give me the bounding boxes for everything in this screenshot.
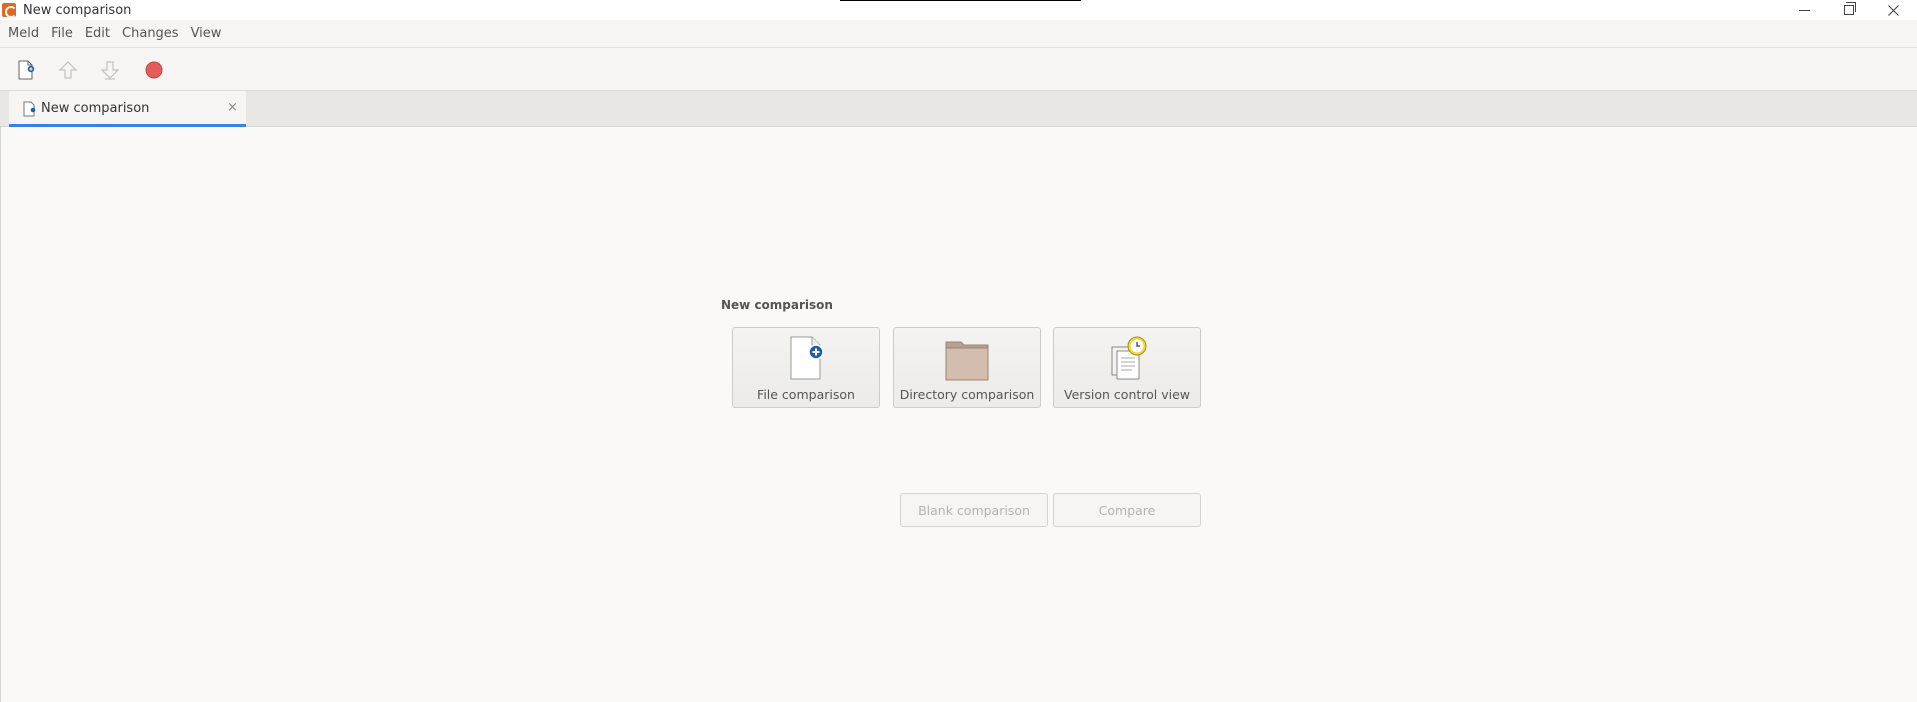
blank-comparison-button[interactable]: Blank comparison: [900, 493, 1048, 527]
tab-close-button[interactable]: ×: [227, 100, 238, 115]
next-change-button[interactable]: [97, 57, 123, 83]
menu-view[interactable]: View: [185, 26, 228, 41]
tab-new-comparison[interactable]: New comparison ×: [9, 91, 246, 127]
minimize-icon: [1798, 9, 1810, 11]
close-window-button[interactable]: [1873, 0, 1913, 20]
close-icon: [1887, 4, 1899, 16]
menu-meld[interactable]: Meld: [2, 26, 45, 41]
tab-label: New comparison: [41, 101, 150, 116]
toolbar: [0, 48, 1917, 91]
arrow-down-icon: [100, 61, 120, 80]
maximize-button[interactable]: [1829, 0, 1869, 20]
stop-button[interactable]: [141, 57, 167, 83]
tab-strip: New comparison ×: [0, 91, 1917, 127]
minimize-button[interactable]: [1784, 0, 1824, 20]
menu-bar: Meld File Edit Changes View: [0, 20, 1917, 48]
new-document-icon: [18, 60, 35, 80]
restore-icon: [1844, 2, 1856, 15]
stop-icon: [145, 61, 163, 79]
title-indicator-line: [840, 0, 1081, 1]
file-comparison-button[interactable]: File comparison: [732, 327, 880, 408]
menu-file[interactable]: File: [45, 26, 79, 41]
previous-change-button[interactable]: [55, 57, 81, 83]
version-control-icon: [1111, 336, 1147, 380]
folder-icon: [945, 341, 989, 381]
title-bar: New comparison: [0, 0, 1917, 20]
menu-edit[interactable]: Edit: [79, 26, 116, 41]
menu-changes[interactable]: Changes: [116, 26, 185, 41]
main-content: New comparison File comparison Directory…: [0, 127, 1917, 702]
card-label: File comparison: [757, 387, 855, 402]
card-label: Directory comparison: [899, 387, 1035, 402]
meld-app-icon: [2, 3, 17, 18]
window-title: New comparison: [23, 3, 132, 18]
new-document-icon: [23, 101, 36, 117]
section-title: New comparison: [721, 298, 833, 312]
version-control-view-button[interactable]: Version control view: [1053, 327, 1201, 408]
card-label: Version control view: [1063, 387, 1191, 402]
new-comparison-button[interactable]: [13, 57, 39, 83]
directory-comparison-button[interactable]: Directory comparison: [893, 327, 1041, 408]
file-plus-icon: [790, 336, 824, 380]
arrow-up-icon: [58, 61, 78, 79]
compare-button[interactable]: Compare: [1053, 493, 1201, 527]
